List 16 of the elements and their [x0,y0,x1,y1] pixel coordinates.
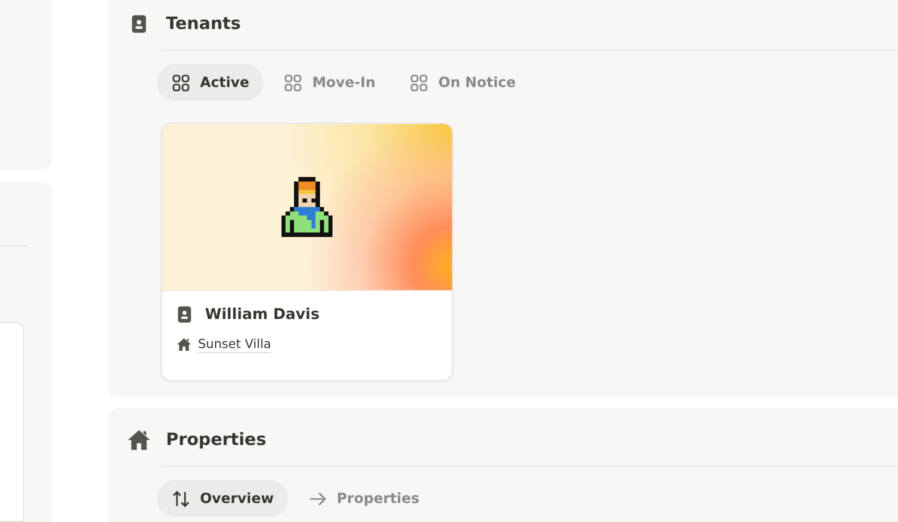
section-title: Tenants [166,14,241,34]
house-icon [128,430,150,450]
house-icon [177,338,191,351]
grid-icon [410,74,428,92]
tenant-card[interactable]: William Davis Sunset Villa [161,123,453,381]
view-tab[interactable]: Active [157,64,264,101]
tenant-name: William Davis [205,305,320,323]
property-link[interactable]: Sunset Villa [198,336,272,353]
view-tab[interactable]: Overview [157,480,288,517]
id-badge-icon [178,306,191,322]
grid-icon [284,74,302,92]
grid-icon [172,74,190,92]
sort-icon [172,490,190,508]
section-title: Properties [166,430,266,450]
arrow-right-icon [308,490,327,508]
pixel-avatar-drawing [281,177,333,237]
